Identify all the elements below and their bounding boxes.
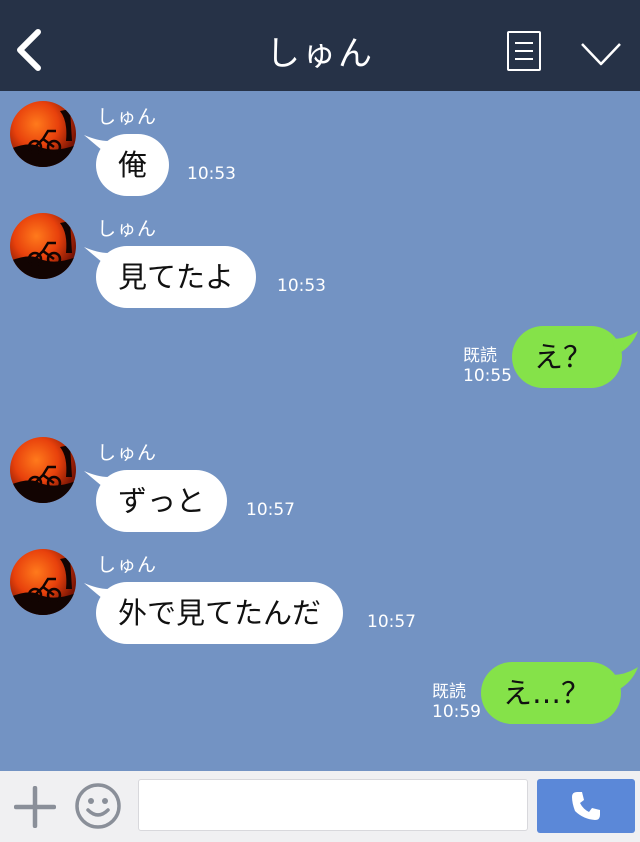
- bubble-tail: [612, 667, 638, 691]
- read-receipt: 既読 10:55: [463, 346, 512, 386]
- message-bubble[interactable]: え…？: [481, 662, 621, 724]
- call-button[interactable]: [537, 779, 635, 833]
- message-time: 10:53: [187, 164, 236, 184]
- read-label: 既読: [463, 346, 497, 366]
- chat-title: しゅん: [266, 34, 374, 74]
- sender-name: しゅん: [97, 442, 158, 464]
- message-list[interactable]: しゅん 俺 10:53 しゅん 見てたよ 10:53 既読 10:55 え？ し…: [0, 91, 640, 771]
- message-bubble[interactable]: ずっと: [96, 470, 228, 532]
- chat-header: しゅん: [0, 0, 640, 91]
- read-receipt: 既読 10:59: [432, 682, 481, 722]
- avatar[interactable]: [10, 101, 76, 167]
- sender-name: しゅん: [97, 106, 158, 128]
- message-bubble[interactable]: 見てたよ: [96, 246, 257, 308]
- message-time: 10:57: [367, 612, 416, 632]
- avatar[interactable]: [10, 437, 76, 503]
- message-time: 10:53: [277, 276, 326, 296]
- message-input[interactable]: [138, 779, 528, 831]
- message-bubble[interactable]: 外で見てたんだ: [96, 582, 344, 644]
- message-bubble[interactable]: 俺: [96, 134, 170, 196]
- emoji-icon[interactable]: [74, 782, 122, 830]
- bubble-tail: [612, 331, 638, 355]
- sender-name: しゅん: [97, 218, 158, 240]
- message-bubble[interactable]: え？: [512, 326, 622, 388]
- notes-icon[interactable]: [507, 31, 541, 71]
- chevron-down-icon[interactable]: [580, 40, 622, 68]
- plus-icon[interactable]: [14, 786, 56, 828]
- message-time: 10:55: [463, 366, 512, 386]
- sender-name: しゅん: [97, 554, 158, 576]
- message-time: 10:57: [246, 500, 295, 520]
- phone-icon: [572, 792, 600, 820]
- avatar[interactable]: [10, 549, 76, 615]
- avatar[interactable]: [10, 213, 76, 279]
- message-time: 10:59: [432, 702, 481, 722]
- read-label: 既読: [432, 682, 466, 702]
